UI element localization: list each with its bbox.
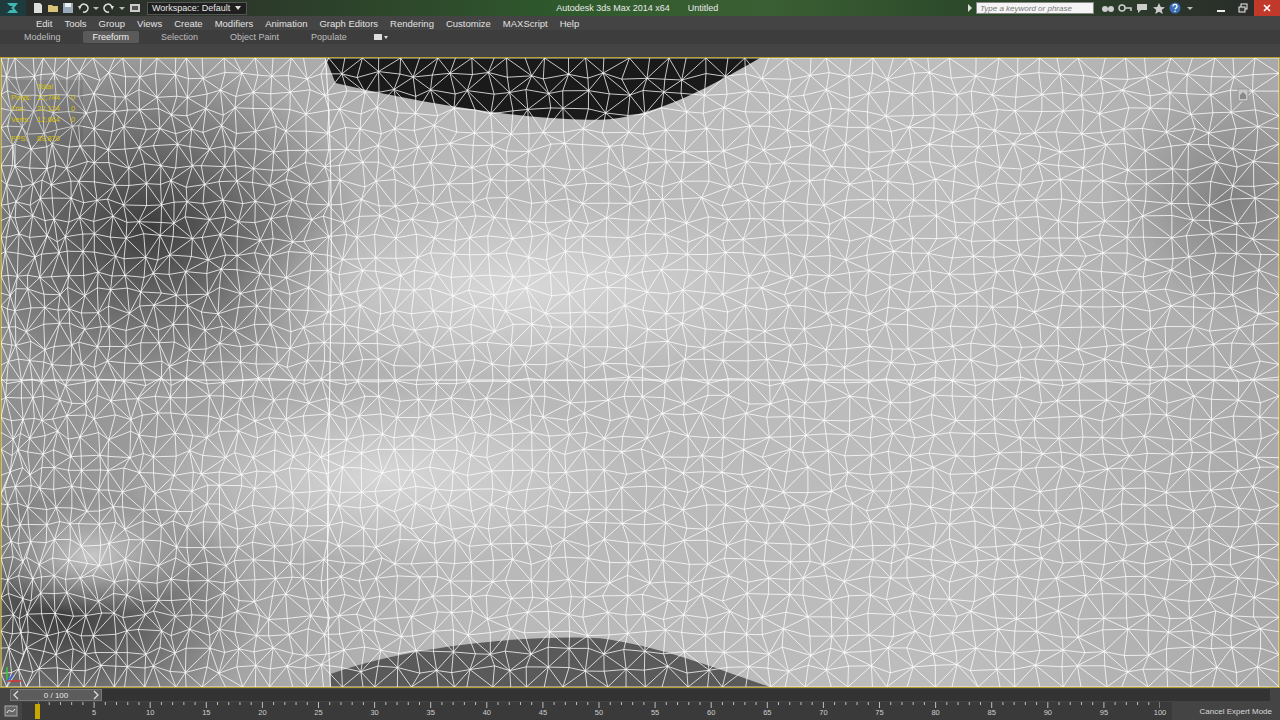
search-field[interactable]: Type a keyword or phrase — [976, 2, 1094, 14]
window-controls — [1210, 0, 1280, 16]
tick-label: 35 — [427, 708, 435, 718]
tick-label: 5 — [92, 708, 96, 718]
communication-center-icon[interactable] — [1135, 2, 1149, 14]
viewport[interactable]: Total Polys:12,7440 Tris:22,1240 Verts:12,6… — [0, 57, 1280, 688]
viewport-statistics: Total Polys:12,7440 Tris:22,1240 Verts:12,6… — [9, 80, 83, 145]
fps-readout: FPS:89.870 — [11, 134, 81, 143]
help-dropdown-icon[interactable] — [1186, 2, 1194, 14]
title-bar: Workspace: DefaultAutodesk 3ds Max 2014 … — [0, 0, 1280, 16]
tick-label: 75 — [875, 708, 883, 718]
tick-label: 20 — [258, 708, 266, 718]
tick-label: 40 — [483, 708, 491, 718]
menu-item[interactable]: Modifiers — [215, 18, 254, 29]
track-bar: 5 10 15 20 25 30 35 40 45 50 55 60 65 70 75 80 85 90 95 100… — [0, 702, 1280, 720]
tick-label: 50 — [595, 708, 603, 718]
tick-label: 65 — [763, 708, 771, 718]
ribbon-tabs: Modeling Freeform Selection Object Paint Pop… — [0, 30, 1280, 44]
stats-row: Tris:22,1240 — [11, 104, 81, 113]
ribbon-tab[interactable]: Selection — [151, 31, 208, 43]
search-expand-icon[interactable] — [967, 3, 973, 13]
menu-item[interactable]: Edit — [36, 18, 52, 29]
mesh-wireframe — [1, 58, 1279, 687]
previous-frame-icon[interactable] — [12, 690, 20, 700]
project-folder-icon[interactable] — [129, 2, 141, 14]
menu-bar: Edit Tools Group Views Create Modifiers Animat… — [0, 16, 1280, 30]
ribbon-tab[interactable]: Object Paint — [220, 31, 289, 43]
tick-label: 10 — [146, 708, 154, 718]
menu-item[interactable]: Tools — [64, 18, 86, 29]
menu-item[interactable]: Rendering — [390, 18, 434, 29]
maximize-button[interactable] — [1232, 0, 1254, 16]
workspace-dropdown[interactable]: Workspace: Default — [147, 2, 247, 15]
subscription-key-icon[interactable] — [1118, 2, 1132, 14]
tick-label: 100 — [1154, 708, 1167, 718]
curve-editor-icon — [4, 705, 18, 717]
menu-item[interactable]: Graph Editors — [319, 18, 378, 29]
redo-icon[interactable] — [103, 2, 115, 14]
close-button[interactable] — [1254, 0, 1280, 16]
ribbon-tab[interactable]: Populate — [301, 31, 357, 43]
menu-item[interactable]: Views — [137, 18, 162, 29]
viewcube-home-icon[interactable] — [1237, 88, 1249, 102]
app-window: Workspace: DefaultAutodesk 3ds Max 2014 … — [0, 0, 1280, 720]
tick-label: 95 — [1100, 708, 1108, 718]
tick-label: 60 — [707, 708, 715, 718]
tick-label: 15 — [202, 708, 210, 718]
menu-item[interactable]: Create — [174, 18, 203, 29]
minimize-icon — [1216, 3, 1226, 13]
menu-item[interactable]: Group — [99, 18, 125, 29]
minimize-button[interactable] — [1210, 0, 1232, 16]
undo-icon[interactable] — [77, 2, 89, 14]
save-icon[interactable] — [62, 2, 74, 14]
search-area: Type a keyword or phrase — [967, 2, 1194, 14]
timeline-ruler[interactable]: 5 10 15 20 25 30 35 40 45 50 55 60 65 70 75 80 85 90 95 100 — [22, 702, 1172, 720]
redo-dropdown-icon[interactable] — [118, 2, 126, 14]
new-file-icon[interactable] — [32, 2, 44, 14]
axis-tripod-icon — [3, 663, 25, 685]
tick-label: 80 — [931, 708, 939, 718]
current-frame-marker[interactable] — [35, 704, 40, 719]
menu-item[interactable]: Help — [560, 18, 580, 29]
tick-label: 55 — [651, 708, 659, 718]
menu-item[interactable]: MAXScript — [503, 18, 548, 29]
dropdown-arrow-icon — [234, 4, 242, 12]
time-slider-track: 0 / 100 — [10, 689, 1270, 701]
ribbon-tab[interactable]: Freeform — [83, 31, 140, 43]
ribbon-toggle-button[interactable] — [373, 33, 389, 41]
stats-row: Polys:12,7440 — [11, 93, 81, 102]
stats-row: Verts:12,6640 — [11, 115, 81, 124]
ribbon-tab[interactable]: Modeling — [14, 31, 71, 43]
cancel-expert-mode-button[interactable]: Cancel Expert Mode — [1172, 702, 1280, 720]
restore-icon — [1238, 3, 1248, 13]
stats-header: Total — [11, 82, 81, 91]
tick-label: 45 — [539, 708, 547, 718]
mesh-render — [1, 58, 1279, 687]
tick-label: 25 — [314, 708, 322, 718]
tick-label: 90 — [1044, 708, 1052, 718]
menu-item[interactable]: Animation — [265, 18, 307, 29]
app-logo-icon[interactable] — [0, 0, 26, 16]
tick-label: 85 — [988, 708, 996, 718]
quick-access-toolbar — [26, 2, 141, 14]
ribbon-minimize-icon — [373, 33, 389, 41]
ribbon-panel — [0, 44, 1280, 57]
close-icon — [1262, 3, 1272, 13]
mini-curve-editor-button[interactable] — [0, 702, 22, 720]
favorites-star-icon[interactable] — [1152, 2, 1166, 14]
tick-label: 70 — [819, 708, 827, 718]
open-folder-icon[interactable] — [47, 2, 59, 14]
undo-dropdown-icon[interactable] — [92, 2, 100, 14]
binoculars-icon[interactable] — [1101, 2, 1115, 14]
time-slider-thumb[interactable]: 0 / 100 — [10, 689, 102, 701]
time-slider[interactable]: 0 / 100 — [0, 688, 1280, 702]
next-frame-icon[interactable] — [92, 690, 100, 700]
help-icon[interactable] — [1169, 2, 1183, 14]
menu-item[interactable]: Customize — [446, 18, 491, 29]
window-title: Autodesk 3ds Max 2014 x64Untitled — [247, 3, 967, 13]
tick-label: 30 — [370, 708, 378, 718]
